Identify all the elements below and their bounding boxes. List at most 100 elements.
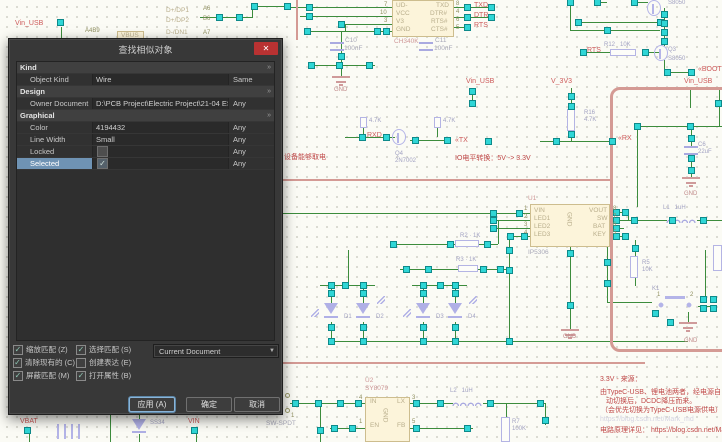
close-icon[interactable]: ✕ (254, 42, 278, 55)
selection-handle[interactable] (337, 400, 344, 407)
selection-handle[interactable] (464, 14, 471, 21)
schematic-text[interactable]: 4.7K (443, 118, 455, 124)
selection-handle[interactable] (661, 11, 668, 18)
schematic-text[interactable]: 设备能够取电 (284, 154, 326, 161)
component[interactable] (285, 393, 290, 398)
scope-dropdown[interactable]: Current Document ▼ (153, 344, 279, 358)
component[interactable] (448, 303, 462, 314)
selection-handle[interactable] (331, 425, 338, 432)
selection-handle[interactable] (631, 217, 638, 224)
selection-handle[interactable] (568, 131, 575, 138)
match-mode[interactable]: Any (229, 135, 274, 144)
property-value[interactable]: Wire (92, 74, 229, 85)
schematic-text[interactable]: RTS (474, 22, 488, 29)
schematic-text[interactable]: RTS# (431, 18, 448, 26)
schematic-text[interactable]: R2 · 1K (460, 233, 480, 239)
component[interactable] (392, 129, 406, 145)
selection-handle[interactable] (191, 427, 198, 434)
schematic-text[interactable]: Vin_USB (684, 78, 712, 85)
selection-handle[interactable] (328, 282, 335, 289)
option-checked[interactable]: ✓ 打开属性 (B) (76, 369, 131, 382)
schematic-text[interactable]: VIN (534, 207, 545, 215)
schematic-text[interactable]: D1 (344, 314, 352, 320)
component[interactable] (311, 309, 319, 317)
property-value[interactable]: Small (92, 134, 229, 145)
selection-handle[interactable] (452, 338, 459, 345)
selection-handle[interactable] (304, 28, 311, 35)
component[interactable] (654, 45, 668, 61)
schematic-text[interactable]: Vin_USB (466, 78, 494, 85)
selection-handle[interactable] (425, 266, 432, 273)
selection-handle[interactable] (488, 14, 495, 21)
component[interactable] (567, 109, 575, 131)
option-checked[interactable]: ✓ 清除现有的 (C) (13, 356, 75, 369)
dialog-titlebar[interactable]: 查找相似对象 ✕ (9, 39, 282, 57)
selection-handle[interactable] (452, 282, 459, 289)
schematic-text[interactable]: U2 (365, 377, 373, 385)
selection-handle[interactable] (292, 400, 299, 407)
schematic-text[interactable]: 2 (524, 214, 527, 220)
schematic-wire[interactable] (290, 403, 365, 404)
selection-handle[interactable] (568, 93, 575, 100)
schematic-text[interactable]: A6 (203, 6, 210, 12)
schematic-text[interactable]: 1 (359, 419, 362, 425)
section-header-kind[interactable]: Kind » (17, 62, 274, 74)
selection-handle[interactable] (488, 4, 495, 11)
schematic-text[interactable]: L1 1uH (663, 205, 686, 211)
selection-handle[interactable] (383, 28, 390, 35)
selection-handle[interactable] (24, 427, 31, 434)
schematic-wire[interactable] (110, 415, 111, 442)
selection-handle[interactable] (688, 167, 695, 174)
selection-handle[interactable] (437, 282, 444, 289)
schematic-text[interactable]: 4.7K (369, 118, 381, 124)
schematic-text[interactable]: R16 (584, 110, 595, 116)
option-checked[interactable]: ✓ 缩放匹配 (Z) (13, 343, 75, 356)
schematic-text[interactable]: D3 (436, 314, 444, 320)
selection-handle[interactable] (383, 134, 390, 141)
selection-handle[interactable] (480, 266, 487, 273)
schematic-text[interactable]: GND (563, 334, 576, 340)
schematic-text[interactable]: KEY (593, 231, 606, 239)
schematic-text[interactable]: 10K (642, 267, 653, 273)
component[interactable] (455, 240, 479, 247)
component[interactable] (324, 316, 338, 318)
selection-handle[interactable] (506, 267, 513, 274)
selection-handle[interactable] (338, 53, 345, 60)
match-mode[interactable]: Any (229, 99, 274, 108)
schematic-text[interactable]: R5 (642, 260, 650, 266)
selection-handle[interactable] (420, 324, 427, 331)
selection-handle[interactable] (568, 103, 575, 110)
schematic-text[interactable]: RTS (587, 47, 601, 54)
schematic-wire[interactable] (578, 22, 660, 23)
selection-handle[interactable] (622, 233, 629, 240)
selection-handle[interactable] (306, 4, 313, 11)
selection-handle[interactable] (497, 266, 504, 273)
schematic-text[interactable]: 3 (412, 395, 415, 401)
schematic-wire[interactable] (345, 24, 346, 32)
selection-handle[interactable] (604, 280, 611, 287)
selection-handle[interactable] (464, 425, 471, 432)
selection-handle[interactable] (328, 338, 335, 345)
selection-handle[interactable] (542, 417, 549, 424)
selection-handle[interactable] (580, 49, 587, 56)
schematic-text[interactable]: 22uF (698, 149, 712, 155)
selection-handle[interactable] (622, 209, 629, 216)
property-value[interactable]: ✓ (92, 158, 229, 169)
option-checked[interactable]: ✓ 屏蔽匹配 (M) (13, 369, 75, 382)
gnd-symbol-icon[interactable] (332, 76, 350, 86)
schematic-wire[interactable] (61, 27, 62, 38)
checkbox[interactable]: ✓ (76, 370, 86, 381)
match-mode[interactable]: Any (229, 147, 274, 156)
schematic-text[interactable]: DTR (474, 12, 488, 19)
selection-handle[interactable] (553, 138, 560, 145)
selection-handle[interactable] (664, 69, 671, 76)
schematic-text[interactable]: D4 (468, 314, 476, 320)
schematic-text[interactable]: 8 (456, 1, 459, 7)
component[interactable] (501, 417, 510, 442)
component[interactable] (57, 424, 81, 439)
selection-handle[interactable] (604, 27, 611, 34)
schematic-text[interactable]: 5 (412, 419, 415, 425)
selection-handle[interactable] (604, 259, 611, 266)
selection-handle[interactable] (284, 3, 291, 10)
component[interactable] (458, 265, 478, 272)
